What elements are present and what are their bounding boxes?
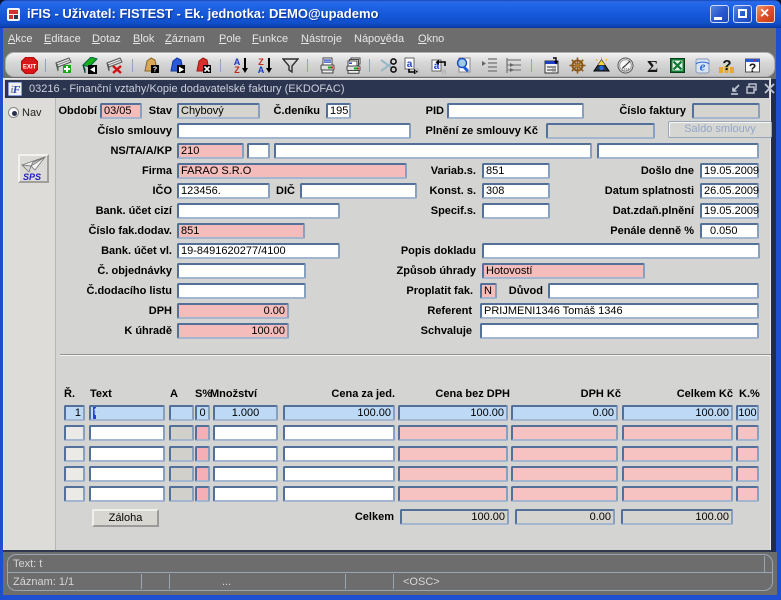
svg-text:?: ? xyxy=(749,61,756,74)
svg-text:1314: 1314 xyxy=(622,68,630,72)
svg-text:EXIT: EXIT xyxy=(23,65,37,71)
svg-text:e: e xyxy=(700,59,706,74)
svg-text:A: A xyxy=(258,65,265,74)
svg-text:a: a xyxy=(442,67,447,74)
svg-text:Σ: Σ xyxy=(647,57,658,74)
svg-text:F: F xyxy=(12,84,21,96)
svg-text:a: a xyxy=(415,66,420,74)
svg-text:a: a xyxy=(407,59,413,70)
svg-text:?: ? xyxy=(722,57,731,74)
svg-text:?: ? xyxy=(153,67,157,74)
svg-text:Z: Z xyxy=(234,65,240,74)
